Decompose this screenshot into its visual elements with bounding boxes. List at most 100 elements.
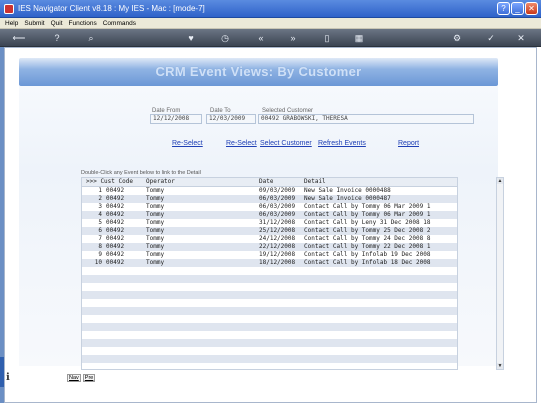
page-banner: CRM Event Views: By Customer: [19, 58, 498, 86]
detail-cell: New Sale Invoice 0000488: [304, 187, 391, 194]
heart-icon[interactable]: ♥: [184, 31, 198, 45]
empty-row: [82, 267, 457, 275]
select-customer-link[interactable]: Select Customer: [260, 140, 312, 147]
detail-cell: New Sale Invoice 0000487: [304, 195, 391, 202]
empty-row: [82, 275, 457, 283]
forward-icon[interactable]: »: [286, 31, 300, 45]
empty-row: [82, 283, 457, 291]
table-row[interactable]: 1 00492 Tommy 09/03/2009 New Sale Invoice 00…: [82, 187, 457, 195]
info-icon[interactable]: ℹ: [6, 372, 12, 384]
row-number: 9: [98, 251, 102, 258]
nav-button[interactable]: Nav: [67, 374, 81, 382]
empty-row: [82, 331, 457, 339]
grid-icon[interactable]: ▦: [352, 31, 366, 45]
detail-cell: Contact Call by Tommy 06 Mar 2009 1: [304, 211, 431, 218]
table-row[interactable]: 4 00492 Tommy 06/03/2009 Contact Call by Tom…: [82, 211, 457, 219]
reselect-dates-link[interactable]: Re-Select: [172, 140, 203, 147]
cust-code-cell: 00492: [106, 227, 125, 234]
cust-code-cell: 00492: [106, 235, 125, 242]
detail-cell: Contact Call by Tommy 25 Dec 2008 2: [304, 227, 431, 234]
table-row[interactable]: 5 00492 Tommy 31/12/2008 Contact Call by Len…: [82, 219, 457, 227]
operator-cell: Tommy: [146, 243, 165, 250]
table-row[interactable]: 8 00492 Tommy 22/12/2008 Contact Call by Tom…: [82, 243, 457, 251]
scroll-down-icon[interactable]: ▼: [497, 363, 503, 369]
grid-scrollbar[interactable]: ▲ ▼: [496, 177, 504, 370]
reselect-customer-link[interactable]: Re-Select: [226, 140, 257, 147]
help-window-button[interactable]: ?: [497, 2, 510, 15]
menu-functions[interactable]: Functions: [66, 18, 100, 29]
table-row[interactable]: 10 00492 Tommy 18/12/2008 Contact Call by In…: [82, 259, 457, 267]
empty-row: [82, 291, 457, 299]
menu-commands[interactable]: Commands: [100, 18, 139, 29]
cust-code-cell: 00492: [106, 187, 125, 194]
date-cell: 25/12/2008: [259, 227, 296, 234]
empty-row: [82, 347, 457, 355]
report-link[interactable]: Report: [398, 140, 419, 147]
date-cell: 24/12/2008: [259, 235, 296, 242]
empty-row: [82, 323, 457, 331]
refresh-events-link[interactable]: Refresh Events: [318, 140, 366, 147]
minimize-button[interactable]: _: [511, 2, 524, 15]
close-window-button[interactable]: ✕: [525, 2, 538, 15]
date-cell: 22/12/2008: [259, 243, 296, 250]
gear-icon[interactable]: ⚙: [450, 31, 464, 45]
scroll-up-icon[interactable]: ▲: [497, 178, 503, 184]
operator-cell: Tommy: [146, 203, 165, 210]
table-row[interactable]: 6 00492 Tommy 25/12/2008 Contact Call by Tom…: [82, 227, 457, 235]
menu-submit[interactable]: Submit: [21, 18, 47, 29]
document-icon[interactable]: ▯: [320, 31, 334, 45]
rewind-icon[interactable]: «: [254, 31, 268, 45]
detail-cell: Contact Call by Tommy 06 Mar 2009 1: [304, 203, 431, 210]
app-icon: [4, 4, 14, 14]
check-icon[interactable]: ✓: [484, 31, 498, 45]
help-icon[interactable]: ?: [50, 31, 64, 45]
detail-cell: Contact Call by Infolab 18 Dec 2008: [304, 259, 431, 266]
empty-row: [82, 315, 457, 323]
cust-code-cell: 00492: [106, 219, 125, 226]
date-to-field[interactable]: 12/03/2009: [206, 114, 256, 124]
empty-row: [82, 299, 457, 307]
customer-field[interactable]: 00492 GRABOWSKI, THERESA: [258, 114, 474, 124]
date-cell: 06/03/2009: [259, 211, 296, 218]
menu-bar: Help Submit Quit Functions Commands: [0, 18, 541, 29]
cust-code-cell: 00492: [106, 259, 125, 266]
detail-cell: Contact Call by Tommy 22 Dec 2008 1: [304, 243, 431, 250]
clock-icon[interactable]: ◷: [218, 31, 232, 45]
page-title: CRM Event Views: By Customer: [155, 64, 362, 79]
date-from-field[interactable]: 12/12/2008: [150, 114, 202, 124]
operator-cell: Tommy: [146, 211, 165, 218]
row-number: 5: [98, 219, 102, 226]
date-cell: 18/12/2008: [259, 259, 296, 266]
detail-cell: Contact Call by Leny 31 Dec 2008 18: [304, 219, 431, 226]
close-icon[interactable]: ✕: [514, 31, 528, 45]
row-number: 10: [94, 259, 102, 266]
cust-code-cell: 00492: [106, 243, 125, 250]
title-bar: IES Navigator Client v8.18 : My IES - Ma…: [0, 0, 541, 18]
menu-quit[interactable]: Quit: [48, 18, 66, 29]
cust-code-cell: 00492: [106, 195, 125, 202]
detail-cell: Contact Call by Tommy 24 Dec 2008 8: [304, 235, 431, 242]
row-number: 2: [98, 195, 102, 202]
date-cell: 19/12/2008: [259, 251, 296, 258]
header-date[interactable]: Date: [259, 178, 273, 186]
row-number: 8: [98, 243, 102, 250]
table-row[interactable]: 3 00492 Tommy 06/03/2009 Contact Call by Tom…: [82, 203, 457, 211]
row-number: 7: [98, 235, 102, 242]
empty-row: [82, 339, 457, 347]
cust-code-cell: 00492: [106, 251, 125, 258]
row-number: 1: [98, 187, 102, 194]
back-arrow-icon[interactable]: ⟵: [8, 31, 30, 45]
table-row[interactable]: 7 00492 Tommy 24/12/2008 Contact Call by Tom…: [82, 235, 457, 243]
table-row[interactable]: 9 00492 Tommy 19/12/2008 Contact Call by Inf…: [82, 251, 457, 259]
row-number: 6: [98, 227, 102, 234]
header-detail[interactable]: Detail: [304, 178, 326, 186]
empty-row: [82, 355, 457, 363]
header-operator[interactable]: Operator: [146, 178, 175, 186]
table-row[interactable]: 2 00492 Tommy 06/03/2009 New Sale Invoice 00…: [82, 195, 457, 203]
pre-button[interactable]: Pre: [82, 374, 96, 382]
search-icon[interactable]: ⌕: [84, 31, 98, 45]
row-number: 4: [98, 211, 102, 218]
events-grid[interactable]: >>> Cust Code Operator Date Detail 1 0049…: [81, 177, 458, 370]
menu-help[interactable]: Help: [2, 18, 21, 29]
header-cust-code[interactable]: >>> Cust Code: [86, 178, 133, 186]
